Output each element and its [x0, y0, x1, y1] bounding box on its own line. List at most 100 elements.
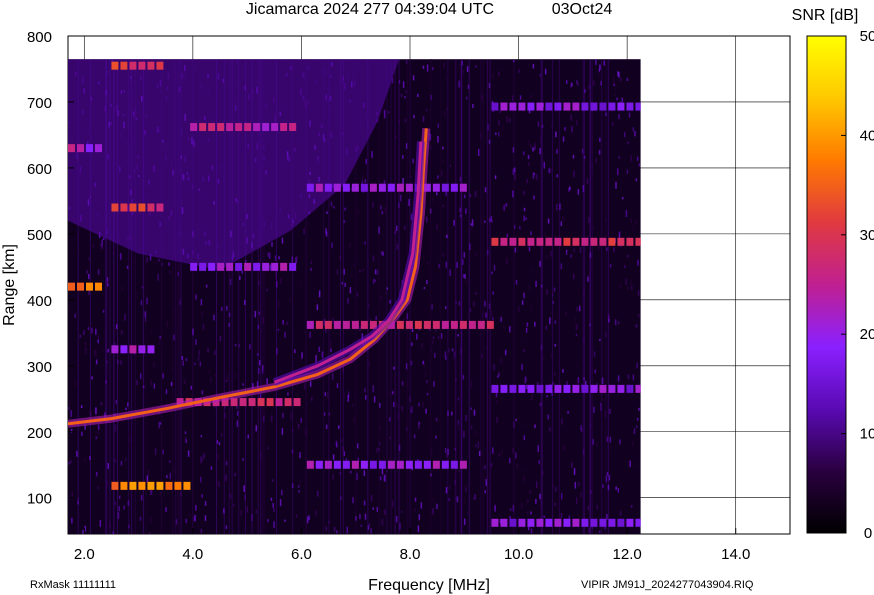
noise-speck	[464, 497, 467, 505]
noise-speck	[621, 97, 624, 103]
noise-speck	[421, 343, 423, 349]
interference-mark	[572, 518, 580, 527]
interference-mark	[253, 123, 261, 132]
noise-speck	[183, 379, 186, 384]
noise-speck	[129, 438, 132, 442]
interference-mark	[396, 320, 404, 329]
interference-mark	[86, 282, 93, 291]
noise-speck	[525, 327, 528, 333]
noise-speck	[506, 233, 509, 238]
noise-speck	[634, 462, 636, 468]
noise-speck	[388, 417, 391, 422]
noise-speck	[389, 436, 391, 439]
noise-speck	[300, 279, 302, 286]
noise-speck	[609, 408, 611, 415]
interference-mark	[527, 384, 535, 393]
noise-speck	[518, 306, 520, 312]
interference-mark	[509, 237, 517, 246]
noise-speck	[609, 436, 612, 443]
noise-speck	[615, 181, 617, 189]
interference-mark	[477, 320, 485, 329]
noise-speck	[477, 149, 480, 156]
noise-speck	[444, 448, 447, 454]
noise-speck	[549, 376, 551, 379]
interference-mark	[342, 183, 350, 192]
noise-speck	[618, 113, 620, 120]
noise-speck	[599, 137, 601, 142]
noise-speck	[445, 454, 448, 458]
noise-speck	[380, 295, 383, 301]
noise-speck	[619, 283, 622, 289]
noise-speck	[282, 412, 284, 419]
noise-speck	[76, 325, 78, 330]
noise-speck	[632, 374, 635, 381]
noise-speck	[403, 318, 406, 324]
noise-speck	[578, 482, 580, 487]
noise-speck	[236, 420, 239, 428]
noise-speck	[125, 407, 127, 410]
noise-speck	[341, 438, 343, 443]
noise-speck	[553, 371, 556, 376]
interference-mark	[459, 183, 467, 192]
interference-mark	[190, 123, 198, 132]
noise-speck	[635, 324, 638, 328]
noise-speck	[503, 204, 505, 211]
interference-mark	[387, 183, 395, 192]
noise-speck	[184, 436, 187, 442]
noise-speck	[120, 360, 122, 365]
noise-speck	[348, 242, 351, 248]
noise-speck	[181, 356, 184, 361]
noise-speck	[114, 424, 117, 432]
noise-speck	[637, 313, 640, 318]
noise-speck	[614, 93, 616, 96]
noise-speck	[219, 335, 222, 342]
noise-speck	[613, 83, 615, 86]
noise-speck	[81, 431, 83, 436]
noise-speck	[565, 80, 568, 84]
noise-speck	[555, 131, 557, 138]
noise-speck	[616, 97, 618, 101]
noise-speck	[462, 375, 465, 380]
interference-mark	[324, 460, 332, 469]
noise-speck	[503, 189, 506, 194]
noise-speck	[204, 501, 207, 506]
noise-speck	[153, 362, 155, 368]
noise-speck	[380, 205, 382, 210]
noise-speck	[470, 425, 473, 429]
noise-speck	[574, 316, 577, 322]
interference-mark	[545, 237, 553, 246]
noise-speck	[363, 470, 366, 476]
noise-speck	[615, 486, 617, 490]
rfi-column	[468, 59, 470, 535]
noise-speck	[535, 280, 537, 287]
noise-speck	[321, 351, 324, 357]
interference-mark	[369, 460, 377, 469]
noise-speck	[413, 114, 415, 119]
noise-speck	[535, 498, 537, 504]
interference-mark	[608, 518, 616, 527]
interference-mark	[617, 102, 625, 111]
noise-speck	[433, 381, 435, 387]
interference-mark	[590, 518, 598, 527]
interference-mark	[315, 183, 323, 192]
noise-speck	[296, 255, 298, 261]
noise-speck	[266, 288, 268, 292]
noise-speck	[70, 460, 72, 464]
noise-speck	[199, 361, 202, 367]
noise-speck	[423, 287, 426, 290]
noise-speck	[159, 340, 161, 345]
x-tick-label: 6.0	[291, 546, 312, 563]
noise-speck	[217, 454, 219, 460]
noise-speck	[496, 416, 498, 423]
noise-speck	[464, 349, 466, 354]
noise-speck	[84, 347, 87, 354]
noise-speck	[70, 410, 72, 417]
noise-speck	[494, 393, 496, 399]
interference-mark	[68, 144, 75, 153]
noise-speck	[249, 344, 251, 350]
noise-speck	[432, 340, 434, 344]
noise-speck	[266, 378, 268, 385]
noise-speck	[532, 172, 535, 179]
interference-mark	[441, 320, 449, 329]
noise-speck	[103, 345, 105, 353]
